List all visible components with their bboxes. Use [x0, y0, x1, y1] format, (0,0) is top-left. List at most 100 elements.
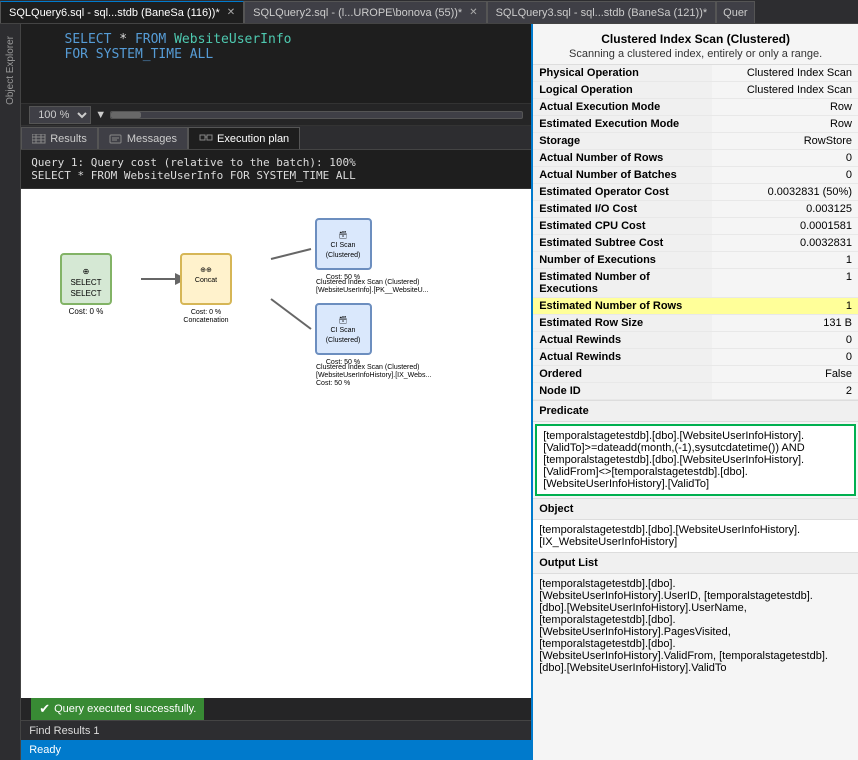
- tab-more[interactable]: Quer: [716, 1, 754, 23]
- code-line1: SELECT * FROM WebsiteUserInfo: [33, 32, 519, 47]
- results-tabs: Results Messages Execution plan: [21, 126, 531, 150]
- properties-table: Physical OperationClustered Index ScanLo…: [533, 65, 858, 400]
- tab-messages[interactable]: Messages: [98, 127, 188, 149]
- zoom-select[interactable]: 100 %: [29, 106, 91, 124]
- table-row: Physical OperationClustered Index Scan: [533, 65, 858, 82]
- tab-query6[interactable]: SQLQuery6.sql - sql...stdb (BaneSa (116)…: [0, 1, 244, 23]
- content-area: SELECT * FROM WebsiteUserInfo FOR SYSTEM…: [21, 24, 531, 760]
- grid-icon: [32, 134, 46, 144]
- zoom-dropdown-icon[interactable]: ▼: [95, 109, 106, 121]
- output-content: [temporalstagetestdb].[dbo]. [WebsiteUse…: [533, 574, 858, 678]
- zoom-bar: 100 % ▼: [21, 104, 531, 126]
- svg-text:[WebsiteUserInfoHistory].[IX_W: [WebsiteUserInfoHistory].[IX_Webs...: [316, 372, 431, 379]
- predicate-header: Predicate: [533, 400, 858, 422]
- prop-value: 1: [712, 269, 858, 298]
- right-panel: Clustered Index Scan (Clustered) Scannin…: [531, 24, 858, 760]
- prop-value: 0.0032831 (50%): [712, 184, 858, 201]
- tab-query2-close[interactable]: ✕: [469, 7, 477, 18]
- tab-query6-close[interactable]: ✕: [227, 7, 235, 18]
- prop-label: Estimated Number of Executions: [533, 269, 712, 298]
- table-row: Logical OperationClustered Index Scan: [533, 82, 858, 99]
- prop-label: Ordered: [533, 366, 712, 383]
- object-content: [temporalstagetestdb].[dbo].[WebsiteUser…: [533, 520, 858, 552]
- plan-icon: [199, 134, 213, 144]
- prop-label: Estimated Number of Rows: [533, 298, 712, 315]
- tab-execution-plan[interactable]: Execution plan: [188, 127, 300, 149]
- ready-label: Ready: [29, 744, 61, 756]
- tab-results-label: Results: [50, 133, 87, 145]
- svg-text:🗃: 🗃: [339, 231, 348, 239]
- svg-text:CI Scan: CI Scan: [331, 242, 356, 249]
- table-row: Estimated Number of Rows1: [533, 298, 858, 315]
- svg-text:Clustered Index Scan (Clustere: Clustered Index Scan (Clustered): [316, 364, 420, 371]
- object-header: Object: [533, 498, 858, 520]
- svg-text:[WebsiteUserInfo].[PK__Website: [WebsiteUserInfo].[PK__WebsiteU...: [316, 287, 429, 294]
- prop-label: Physical Operation: [533, 65, 712, 82]
- svg-text:(Clustered): (Clustered): [326, 337, 361, 344]
- prop-label: Estimated Subtree Cost: [533, 235, 712, 252]
- table-row: Actual Number of Rows0: [533, 150, 858, 167]
- find-bar: Find Results 1: [21, 720, 531, 740]
- prop-value: False: [712, 366, 858, 383]
- right-panel-header: Clustered Index Scan (Clustered) Scannin…: [533, 24, 858, 65]
- plan-canvas: ⊕ SELECT SELECT Cost: 0 % ⊕⊕ Concat Cost…: [21, 189, 531, 698]
- ready-bar: Ready: [21, 740, 531, 760]
- prop-value: 0: [712, 167, 858, 184]
- svg-text:Cost: 50 %: Cost: 50 %: [316, 380, 350, 387]
- prop-value: Row: [712, 116, 858, 133]
- prop-label: Actual Number of Rows: [533, 150, 712, 167]
- svg-text:⊕: ⊕: [83, 267, 90, 276]
- prop-value: 0.003125: [712, 201, 858, 218]
- svg-text:SELECT: SELECT: [71, 289, 102, 298]
- prop-value: 2: [712, 383, 858, 400]
- tab-results[interactable]: Results: [21, 127, 98, 149]
- svg-text:Clustered Index Scan (Clustere: Clustered Index Scan (Clustered): [316, 279, 420, 286]
- svg-text:Concatenation: Concatenation: [184, 317, 229, 324]
- scroll-track[interactable]: [110, 111, 523, 119]
- svg-text:CI Scan: CI Scan: [331, 327, 356, 334]
- svg-text:⊕⊕: ⊕⊕: [200, 267, 212, 274]
- svg-text:(Clustered): (Clustered): [326, 252, 361, 259]
- table-row: Node ID2: [533, 383, 858, 400]
- prop-label: Storage: [533, 133, 712, 150]
- prop-value: 0.0032831: [712, 235, 858, 252]
- table-row: StorageRowStore: [533, 133, 858, 150]
- table-row: Actual Rewinds0: [533, 332, 858, 349]
- svg-text:Concat: Concat: [195, 277, 217, 284]
- prop-label: Logical Operation: [533, 82, 712, 99]
- code-editor[interactable]: SELECT * FROM WebsiteUserInfo FOR SYSTEM…: [21, 24, 531, 104]
- predicate-content: [temporalstagetestdb].[dbo].[WebsiteUser…: [535, 424, 856, 496]
- table-row: Estimated Subtree Cost0.0032831: [533, 235, 858, 252]
- prop-label: Estimated CPU Cost: [533, 218, 712, 235]
- main-layout: Object Explorer SELECT * FROM WebsiteUse…: [0, 24, 858, 760]
- left-sidebar: Object Explorer: [0, 24, 21, 760]
- table-row: Estimated Number of Executions1: [533, 269, 858, 298]
- svg-text:🗃: 🗃: [339, 316, 348, 324]
- table-row: Actual Number of Batches0: [533, 167, 858, 184]
- prop-value: 131 B: [712, 315, 858, 332]
- plan-svg: ⊕ SELECT SELECT Cost: 0 % ⊕⊕ Concat Cost…: [21, 189, 531, 409]
- prop-label: Number of Executions: [533, 252, 712, 269]
- svg-text:Cost: 0 %: Cost: 0 %: [69, 307, 104, 316]
- prop-label: Estimated Operator Cost: [533, 184, 712, 201]
- check-icon: ✔: [39, 701, 50, 717]
- prop-value: Clustered Index Scan: [712, 82, 858, 99]
- tab-query3[interactable]: SQLQuery3.sql - sql...stdb (BaneSa (121)…: [487, 1, 717, 23]
- prop-value: 0: [712, 349, 858, 366]
- table-row: Estimated Row Size131 B: [533, 315, 858, 332]
- prop-label: Estimated I/O Cost: [533, 201, 712, 218]
- tab-query3-label: SQLQuery3.sql - sql...stdb (BaneSa (121)…: [496, 7, 708, 19]
- prop-label: Actual Rewinds: [533, 332, 712, 349]
- prop-value: 1: [712, 252, 858, 269]
- object-explorer-label[interactable]: Object Explorer: [3, 32, 18, 109]
- prop-label: Actual Number of Batches: [533, 167, 712, 184]
- query-info-line2: SELECT * FROM WebsiteUserInfo FOR SYSTEM…: [31, 169, 521, 182]
- tab-messages-label: Messages: [127, 133, 177, 145]
- prop-label: Node ID: [533, 383, 712, 400]
- prop-value: 0: [712, 150, 858, 167]
- prop-value: Row: [712, 99, 858, 116]
- tab-query2[interactable]: SQLQuery2.sql - (l...UROPE\bonova (55))*…: [244, 1, 486, 23]
- status-bar: ✔ Query executed successfully.: [21, 698, 531, 720]
- prop-label: Actual Execution Mode: [533, 99, 712, 116]
- right-panel-title: Clustered Index Scan (Clustered): [543, 32, 848, 46]
